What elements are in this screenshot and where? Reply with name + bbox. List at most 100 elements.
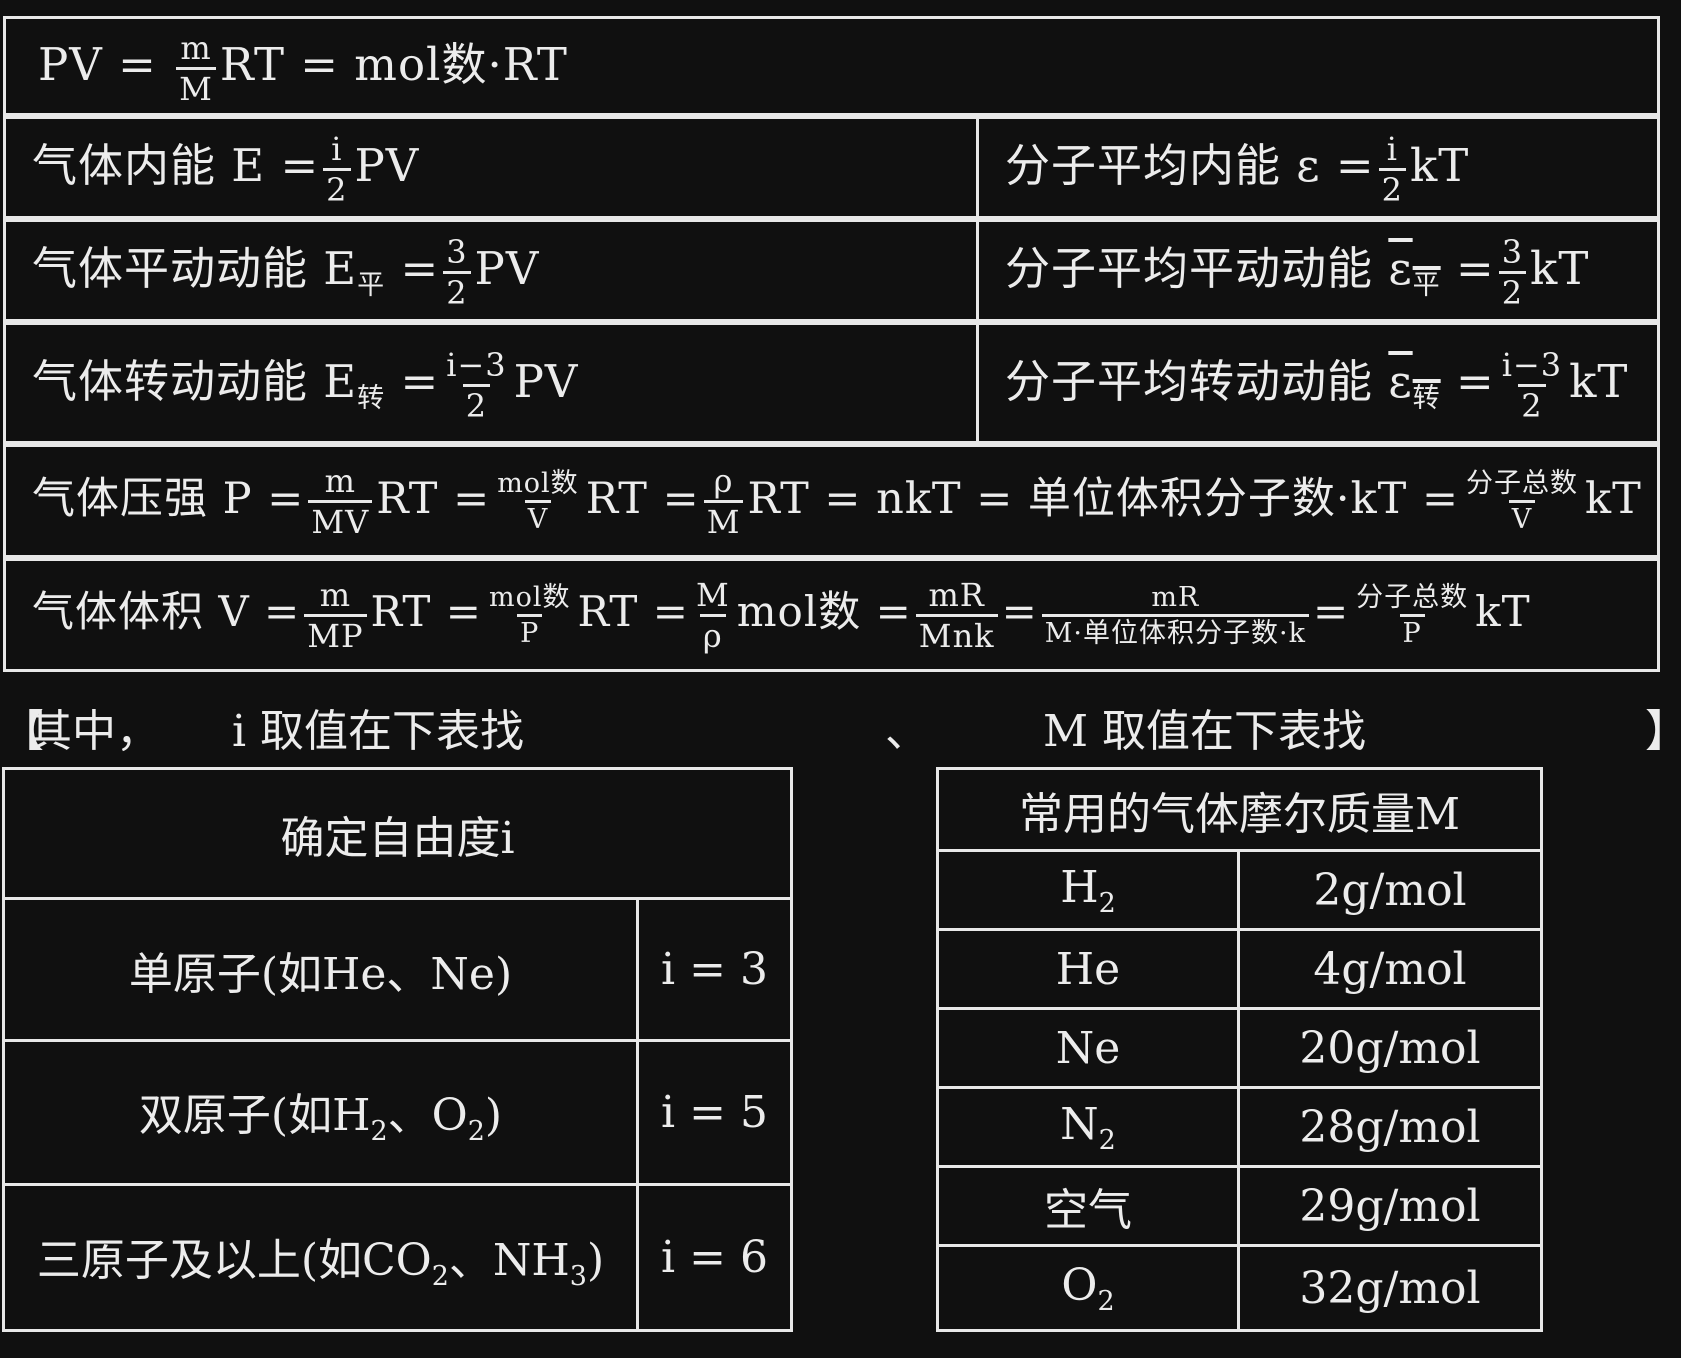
fraction-numerator: m <box>180 28 212 67</box>
formula-text: 气体内能 E = <box>32 139 320 192</box>
dof-row-value: i = 5 <box>661 1087 768 1138</box>
fraction-denominator: P <box>517 613 543 647</box>
dof-row-label-text: 双原子(如H <box>138 1089 371 1141</box>
fraction: mol数 P <box>486 584 574 647</box>
formula-text: PV <box>513 354 579 408</box>
formula-mean-translational-energy: 分子平均平动动能 ε平 = 3 2 kT <box>1005 232 1589 309</box>
fraction-numerator: mol数 <box>488 581 571 613</box>
subscript: 转 <box>1412 382 1441 414</box>
gas-symbol: N <box>1060 1098 1099 1150</box>
formula-rotational-energy: 气体转动动能 E转 = i−3 2 PV <box>32 345 578 422</box>
subscript: 平 <box>357 270 386 301</box>
fraction-numerator: i <box>331 130 343 168</box>
formula-text: RT = <box>585 473 700 524</box>
molar-mass-value: 29g/mol <box>1299 1180 1481 1232</box>
formula-text: RT = <box>376 473 491 524</box>
table-row: 双原子(如H2、O2) <box>2 1039 639 1186</box>
dof-row-value: i = 6 <box>661 1232 768 1283</box>
formula-text: 分子平均转动动能 <box>1005 354 1374 408</box>
fraction-numerator: mR <box>928 575 985 614</box>
fraction: Mρ <box>693 579 733 652</box>
fraction-denominator: M <box>176 66 216 105</box>
note-m-table-hint: M 取值在下表找 <box>1043 706 1367 757</box>
gas-symbol: Ne <box>1055 1022 1121 1074</box>
formula-text: kT <box>1410 139 1470 192</box>
fraction-numerator: i <box>1386 130 1398 168</box>
formula-text: RT = <box>370 587 482 637</box>
molar-mass-value: 4g/mol <box>1313 943 1467 995</box>
gas-name: N2 <box>1060 1099 1116 1156</box>
table-row: i = 5 <box>636 1039 793 1186</box>
formula-text: mol数 = <box>736 587 912 637</box>
fraction: i2 <box>1378 130 1406 206</box>
fraction-denominator: ρ <box>699 613 726 652</box>
fraction: mM <box>176 32 216 105</box>
gas-name: 空气 <box>1044 1174 1132 1238</box>
fraction-numerator: m <box>319 575 352 614</box>
gas-name: Ne <box>1056 1023 1121 1074</box>
dof-row-label-text: ) <box>586 1234 605 1286</box>
formula-text: PV <box>474 242 540 295</box>
gas-name: O2 <box>1061 1260 1114 1317</box>
table-row: 空气 <box>936 1165 1240 1247</box>
table-row: N2 <box>936 1086 1240 1168</box>
formula-symbol: ε <box>1388 354 1413 408</box>
formula-symbol: ε <box>1388 242 1413 295</box>
subscript: 转 <box>357 382 386 414</box>
table-row: 4g/mol <box>1237 928 1543 1010</box>
note-line: 【 其中， i 取值在下表找 、 M 取值在下表找 】 <box>0 695 1681 757</box>
fraction-numerator: 分子总数 <box>1356 581 1469 613</box>
overlined-symbol: ε转 <box>1388 354 1440 414</box>
table-row: O2 <box>936 1244 1240 1332</box>
subscript: 2 <box>431 1260 449 1292</box>
formula-text: 分子平均内能 ε = <box>1005 139 1375 192</box>
formula-text: RT = mol数·RT <box>219 37 568 91</box>
table-row: 32g/mol <box>1237 1244 1543 1332</box>
subscript: 2 <box>1098 887 1116 919</box>
formula-cell-translational-energy: 气体平动动能 E平 = 3 2 PV <box>3 219 979 322</box>
dof-row-label: 双原子(如H2、O2) <box>139 1079 502 1147</box>
formula-text: = <box>1455 354 1495 408</box>
gas-symbol: He <box>1055 943 1121 995</box>
gas-name: He <box>1056 944 1120 995</box>
molar-table-header-text: 常用的气体摩尔质量M <box>1018 788 1461 840</box>
table-row: 2g/mol <box>1237 849 1543 931</box>
gas-name: H2 <box>1060 862 1116 919</box>
fraction: 分子总数 V <box>1463 470 1581 533</box>
formula-mean-internal-energy: 分子平均内能 ε = i 2 kT <box>1005 129 1469 206</box>
molar-table-header: 常用的气体摩尔质量M <box>936 767 1543 852</box>
gas-symbol: 空气 <box>1044 1185 1132 1236</box>
formula-internal-energy: 气体内能 E = i 2 PV <box>32 129 419 206</box>
fraction-denominator: 2 <box>1518 383 1546 422</box>
molar-mass-value: 20g/mol <box>1299 1022 1481 1074</box>
fraction-numerator: m <box>324 462 356 501</box>
subscript: 平 <box>1412 270 1441 301</box>
table-row: 单原子(如He、Ne) <box>2 897 639 1042</box>
fraction-denominator: 2 <box>323 168 351 206</box>
fraction-denominator: 2 <box>462 383 491 422</box>
formula-row-ideal-gas: PV = m M RT = mol数·RT <box>3 16 1660 116</box>
fraction-denominator: MV <box>308 500 373 538</box>
dof-row-label: 三原子及以上(如CO2、NH3) <box>37 1224 604 1292</box>
fraction-numerator: ρ <box>713 462 734 501</box>
formula-text: PV = <box>38 37 157 91</box>
formula-row-volume: 气体体积 V = m MP RT = mol数 P RT = Mρ mol数 = mR Mnk = mR… <box>3 558 1660 672</box>
fraction-numerator: i−3 <box>1501 345 1563 384</box>
fraction: i−3 2 <box>443 349 509 422</box>
formula-text: kT <box>1585 473 1642 524</box>
formula-row-pressure: 气体压强 P = m MV RT = mol数 V RT = ρ M RT = nkT = 单位体… <box>3 444 1660 558</box>
fraction-numerator: 3 <box>446 233 468 271</box>
subscript: 2 <box>1097 1285 1115 1317</box>
fraction: m MP <box>304 575 367 652</box>
fraction: ρM <box>703 462 744 538</box>
formula-mean-rotational-energy: 分子平均转动动能 ε转 = i−3 2 kT <box>1005 345 1628 422</box>
fraction-numerator: 3 <box>1501 233 1524 271</box>
dof-row-label-text: 、NH <box>448 1234 570 1286</box>
table-row: H2 <box>936 849 1240 931</box>
fraction-numerator: i−3 <box>446 345 507 384</box>
fraction: 32 <box>1498 233 1527 309</box>
overlined-symbol: ε平 <box>1388 242 1440 301</box>
fraction: 分子总数 P <box>1353 584 1471 647</box>
fraction-denominator: M <box>703 500 744 538</box>
formula-cell-internal-energy: 气体内能 E = i 2 PV <box>3 116 979 219</box>
